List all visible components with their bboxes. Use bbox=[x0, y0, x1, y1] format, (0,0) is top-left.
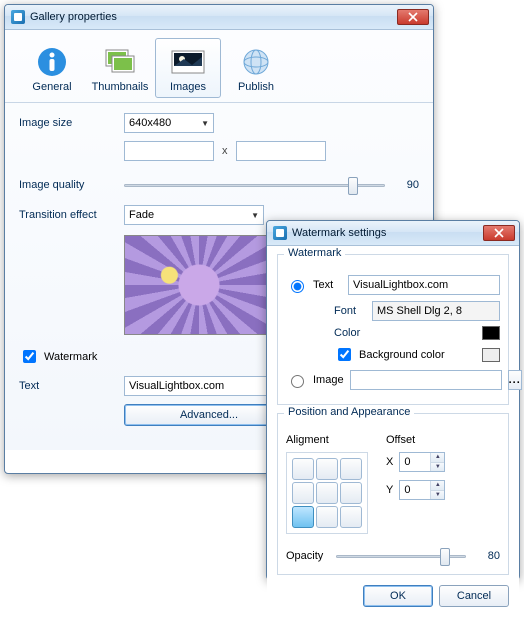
tab-label: Images bbox=[170, 81, 206, 93]
font-field[interactable]: MS Shell Dlg 2, 8 bbox=[372, 301, 500, 321]
close-icon bbox=[408, 12, 418, 22]
align-middle-right[interactable] bbox=[340, 482, 362, 504]
tab-publish[interactable]: Publish bbox=[223, 38, 289, 98]
bgcolor-label: Background color bbox=[359, 349, 445, 361]
chevron-down-icon: ▼ bbox=[251, 211, 259, 220]
offset-label: Offset bbox=[386, 434, 415, 446]
divider bbox=[5, 102, 433, 103]
bgcolor-swatch[interactable] bbox=[482, 348, 500, 362]
images-icon bbox=[170, 46, 206, 78]
alignment-label: Aligment bbox=[286, 434, 386, 446]
watermark-image-path[interactable] bbox=[350, 370, 502, 390]
spin-down-icon[interactable]: ▼ bbox=[431, 491, 444, 500]
image-quality-value: 90 bbox=[395, 179, 419, 191]
align-bottom-center[interactable] bbox=[316, 506, 338, 528]
offset-x-input[interactable] bbox=[400, 453, 430, 471]
slider-thumb[interactable] bbox=[440, 548, 450, 566]
close-icon bbox=[494, 228, 504, 238]
watermark-text-option-label: Text bbox=[313, 279, 342, 291]
watermark-group-label: Watermark bbox=[284, 247, 345, 259]
slider-thumb[interactable] bbox=[348, 177, 358, 195]
thumbnails-icon bbox=[102, 46, 138, 78]
cancel-button[interactable]: Cancel bbox=[439, 585, 509, 607]
offset-x-spin[interactable]: ▲▼ bbox=[399, 452, 445, 472]
tab-general[interactable]: General bbox=[19, 38, 85, 98]
opacity-label: Opacity bbox=[286, 550, 336, 562]
image-quality-label: Image quality bbox=[19, 179, 124, 191]
position-appearance-label: Position and Appearance bbox=[284, 406, 414, 418]
close-button[interactable] bbox=[397, 9, 429, 25]
spin-up-icon[interactable]: ▲ bbox=[431, 481, 444, 491]
image-size-combo[interactable]: 640x480 ▼ bbox=[124, 113, 214, 133]
font-label: Font bbox=[334, 305, 366, 317]
transition-effect-label: Transition effect bbox=[19, 209, 124, 221]
window-title: Gallery properties bbox=[30, 11, 397, 23]
offset-x-label: X bbox=[386, 456, 393, 468]
watermark-checkbox[interactable]: Watermark bbox=[19, 347, 97, 366]
tab-label: General bbox=[32, 81, 71, 93]
info-icon bbox=[34, 46, 70, 78]
image-quality-slider[interactable] bbox=[124, 175, 385, 195]
watermark-image-radio[interactable] bbox=[291, 375, 304, 388]
align-bottom-right[interactable] bbox=[340, 506, 362, 528]
color-label: Color bbox=[334, 327, 366, 339]
close-button[interactable] bbox=[483, 225, 515, 241]
publish-icon bbox=[238, 46, 274, 78]
chevron-down-icon: ▼ bbox=[201, 119, 209, 128]
tab-label: Thumbnails bbox=[92, 81, 149, 93]
tab-thumbnails[interactable]: Thumbnails bbox=[87, 38, 153, 98]
app-icon bbox=[273, 226, 287, 240]
ok-button[interactable]: OK bbox=[363, 585, 433, 607]
transition-effect-value: Fade bbox=[129, 209, 154, 221]
align-middle-center[interactable] bbox=[316, 482, 338, 504]
watermark-check-input[interactable] bbox=[23, 350, 36, 363]
image-size-value: 640x480 bbox=[129, 117, 171, 129]
watermark-text-radio[interactable] bbox=[291, 280, 304, 293]
watermark-settings-window: Watermark settings Watermark Text Font M… bbox=[266, 220, 520, 580]
image-size-label: Image size bbox=[19, 117, 124, 129]
align-top-right[interactable] bbox=[340, 458, 362, 480]
watermark-image-option-label: Image bbox=[313, 374, 344, 386]
titlebar[interactable]: Watermark settings bbox=[267, 221, 519, 246]
text-label: Text bbox=[19, 380, 124, 392]
transition-preview-image bbox=[124, 235, 274, 335]
tab-label: Publish bbox=[238, 81, 274, 93]
alignment-grid bbox=[286, 452, 368, 534]
titlebar[interactable]: Gallery properties bbox=[5, 5, 433, 30]
browse-button[interactable]: ... bbox=[508, 370, 522, 390]
position-appearance-group: Position and Appearance Aligment Offset bbox=[277, 413, 509, 575]
align-bottom-left[interactable] bbox=[292, 506, 314, 528]
watermark-label: Watermark bbox=[44, 351, 97, 363]
app-icon bbox=[11, 10, 25, 24]
opacity-value: 80 bbox=[476, 550, 500, 562]
align-middle-left[interactable] bbox=[292, 482, 314, 504]
offset-y-label: Y bbox=[386, 484, 393, 496]
watermark-text-field[interactable] bbox=[348, 275, 500, 295]
spin-up-icon[interactable]: ▲ bbox=[431, 453, 444, 463]
spin-down-icon[interactable]: ▼ bbox=[431, 463, 444, 472]
image-height-input[interactable] bbox=[236, 141, 326, 161]
transition-effect-combo[interactable]: Fade ▼ bbox=[124, 205, 264, 225]
align-top-left[interactable] bbox=[292, 458, 314, 480]
watermark-group: Watermark Text Font MS Shell Dlg 2, 8 Co… bbox=[277, 254, 509, 405]
tab-strip: General Thumbnails Images Publish bbox=[19, 36, 419, 98]
window-title: Watermark settings bbox=[292, 227, 483, 239]
offset-y-spin[interactable]: ▲▼ bbox=[399, 480, 445, 500]
bgcolor-checkbox[interactable]: Background color bbox=[334, 345, 445, 364]
align-top-center[interactable] bbox=[316, 458, 338, 480]
tab-images[interactable]: Images bbox=[155, 38, 221, 98]
opacity-slider[interactable] bbox=[336, 546, 466, 566]
bgcolor-check-input[interactable] bbox=[338, 348, 351, 361]
dim-separator: x bbox=[222, 145, 228, 157]
offset-y-input[interactable] bbox=[400, 481, 430, 499]
color-swatch[interactable] bbox=[482, 326, 500, 340]
image-width-input[interactable] bbox=[124, 141, 214, 161]
